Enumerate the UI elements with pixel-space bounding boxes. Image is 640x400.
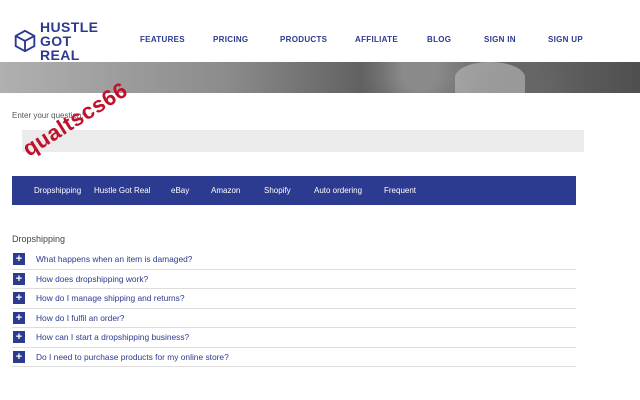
brand-line-2: GOT REAL [40,33,80,63]
faq-question: How do I manage shipping and returns? [36,293,185,304]
header: HUSTLE GOT REAL FEATURES PRICING PRODUCT… [0,0,640,62]
nav-products[interactable]: PRODUCTS [280,35,327,44]
faq-item[interactable]: + Do I need to purchase products for my … [12,348,576,367]
question-input[interactable] [22,130,584,152]
tab-shopify[interactable]: Shopify [264,186,291,195]
hero-banner-image [0,62,640,93]
nav-sign-up[interactable]: SIGN UP [548,35,583,44]
plus-icon[interactable]: + [13,272,25,285]
section-title: Dropshipping [12,234,66,244]
banner-decoration [455,62,525,93]
faq-item[interactable]: + What happens when an item is damaged? [12,250,576,270]
nav-sign-in[interactable]: SIGN IN [484,35,516,44]
tab-dropshipping[interactable]: Dropshipping [34,186,81,195]
tab-hustle-got-real[interactable]: Hustle Got Real [94,186,150,195]
tab-auto-ordering[interactable]: Auto ordering [314,186,362,195]
plus-icon[interactable]: + [13,253,25,266]
faq-question: What happens when an item is damaged? [36,254,193,265]
faq-question: How do I fulfil an order? [36,312,125,323]
category-tabs: Dropshipping Hustle Got Real eBay Amazon… [12,176,576,205]
faq-question: How does dropshipping work? [36,273,149,284]
brand-wordmark: HUSTLE GOT REAL [40,20,104,62]
faq-item[interactable]: + How do I fulfil an order? [12,309,576,328]
brand-logo[interactable]: HUSTLE GOT REAL [14,20,104,62]
nav-features[interactable]: FEATURES [140,35,185,44]
plus-icon[interactable]: + [13,311,25,324]
plus-icon[interactable]: + [13,350,25,363]
faq-list: + What happens when an item is damaged? … [12,250,576,367]
faq-question: How can I start a dropshipping business? [36,332,190,343]
nav-affiliate[interactable]: AFFILIATE [355,35,398,44]
plus-icon[interactable]: + [13,292,25,305]
nav-pricing[interactable]: PRICING [213,35,248,44]
brand-line-1: HUSTLE [40,19,99,35]
plus-icon[interactable]: + [13,331,25,344]
tab-frequent[interactable]: Frequent [384,186,416,195]
tab-amazon[interactable]: Amazon [211,186,240,195]
nav-blog[interactable]: BLOG [427,35,451,44]
faq-item[interactable]: + How do I manage shipping and returns? [12,289,576,309]
cube-logo-icon [14,29,36,53]
faq-question: Do I need to purchase products for my on… [36,351,229,362]
faq-item[interactable]: + How can I start a dropshipping busines… [12,328,576,348]
tab-ebay[interactable]: eBay [171,186,189,195]
faq-item[interactable]: + How does dropshipping work? [12,270,576,289]
